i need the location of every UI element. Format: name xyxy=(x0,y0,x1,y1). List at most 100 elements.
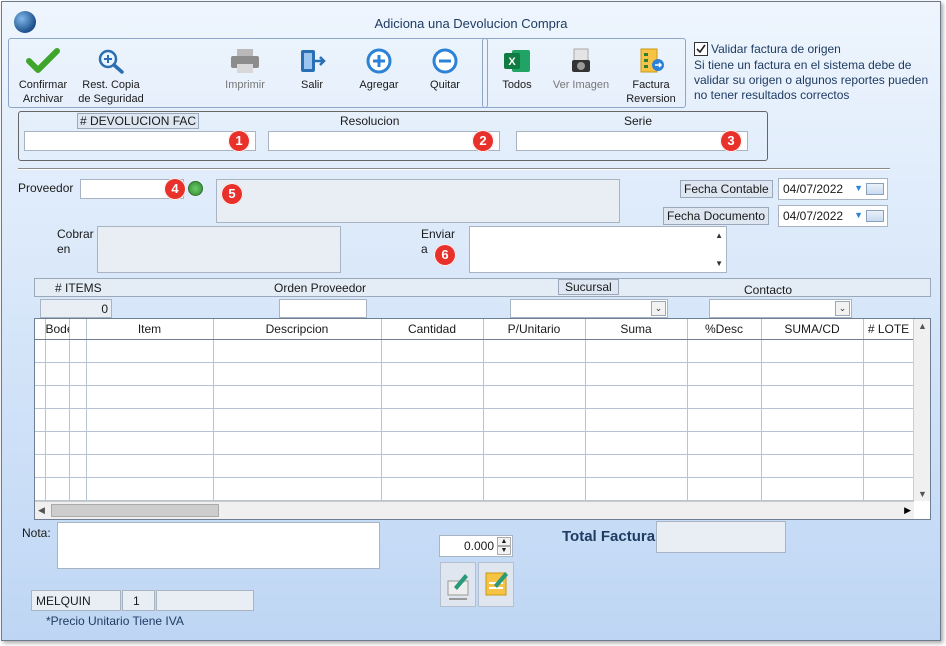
add-button[interactable]: Agregar xyxy=(352,48,406,92)
table-cell[interactable] xyxy=(761,454,864,478)
table-cell[interactable] xyxy=(381,477,484,501)
table-cell[interactable] xyxy=(381,339,484,363)
table-cell[interactable] xyxy=(863,431,915,455)
grid-col-descripcion[interactable]: Descripcion xyxy=(213,319,382,340)
proveedor-validate-icon[interactable] xyxy=(188,181,203,196)
table-cell[interactable] xyxy=(381,431,484,455)
table-cell[interactable] xyxy=(35,431,46,455)
table-cell[interactable] xyxy=(687,339,762,363)
fecha-contable-input[interactable]: 04/07/2022 ▼ xyxy=(778,178,888,200)
confirm-archive-button[interactable]: Confirmar Archivar xyxy=(12,48,74,106)
table-cell[interactable] xyxy=(86,362,214,386)
table-cell[interactable] xyxy=(687,408,762,432)
table-cell[interactable] xyxy=(585,339,688,363)
table-cell[interactable] xyxy=(69,385,87,409)
table-cell[interactable] xyxy=(687,362,762,386)
table-cell[interactable] xyxy=(35,454,46,478)
print-button[interactable]: Imprimir xyxy=(220,48,270,92)
table-row[interactable] xyxy=(35,431,915,455)
table-cell[interactable] xyxy=(86,339,214,363)
scroll-left-arrow-icon[interactable]: ◀ xyxy=(38,505,45,516)
remove-button[interactable]: Quitar xyxy=(422,48,468,92)
table-cell[interactable] xyxy=(69,408,87,432)
table-cell[interactable] xyxy=(381,385,484,409)
table-cell[interactable] xyxy=(35,477,46,501)
scroll-down-arrow-icon[interactable]: ▼ xyxy=(715,259,723,268)
chevron-down-icon[interactable]: ⌄ xyxy=(651,301,666,316)
table-cell[interactable] xyxy=(863,477,915,501)
serie-input[interactable] xyxy=(516,131,748,151)
table-cell[interactable] xyxy=(585,477,688,501)
table-cell[interactable] xyxy=(69,431,87,455)
grid-col-suma[interactable]: Suma xyxy=(585,319,688,340)
exit-button[interactable]: Salir xyxy=(289,48,335,92)
grid-col-cantidad[interactable]: Cantidad xyxy=(381,319,484,340)
table-cell[interactable] xyxy=(213,385,382,409)
grid-col-sumacd[interactable]: SUMA/CD xyxy=(761,319,864,340)
table-row[interactable] xyxy=(35,477,915,501)
table-row[interactable] xyxy=(35,339,915,363)
table-cell[interactable] xyxy=(585,454,688,478)
calendar-icon[interactable] xyxy=(866,183,884,195)
grid-col-punitario[interactable]: P/Unitario xyxy=(483,319,586,340)
grid-col-select[interactable] xyxy=(35,319,46,340)
table-cell[interactable] xyxy=(35,362,46,386)
table-cell[interactable] xyxy=(45,477,70,501)
grid-col-desc[interactable]: %Desc xyxy=(687,319,762,340)
table-cell[interactable] xyxy=(761,385,864,409)
table-cell[interactable] xyxy=(45,431,70,455)
nota-textarea[interactable] xyxy=(57,522,380,569)
table-row[interactable] xyxy=(35,408,915,432)
orden-proveedor-input[interactable] xyxy=(279,299,367,318)
grid-col-item[interactable]: Item xyxy=(86,319,214,340)
table-cell[interactable] xyxy=(483,408,586,432)
table-cell[interactable] xyxy=(45,408,70,432)
edit-invoice-button[interactable] xyxy=(478,562,514,607)
invoice-reversal-button[interactable]: Factura Reversion xyxy=(622,48,680,106)
scroll-up-arrow-icon[interactable]: ▲ xyxy=(918,321,927,331)
table-cell[interactable] xyxy=(69,362,87,386)
fecha-documento-input[interactable]: 04/07/2022 ▼ xyxy=(778,205,888,227)
table-cell[interactable] xyxy=(687,477,762,501)
grid-vertical-scrollbar[interactable]: ▲ ▼ xyxy=(913,319,930,501)
table-cell[interactable] xyxy=(45,454,70,478)
devolucion-input[interactable] xyxy=(24,131,256,151)
table-cell[interactable] xyxy=(687,431,762,455)
table-cell[interactable] xyxy=(585,385,688,409)
table-row[interactable] xyxy=(35,454,915,478)
table-cell[interactable] xyxy=(381,408,484,432)
table-cell[interactable] xyxy=(483,385,586,409)
table-cell[interactable] xyxy=(213,477,382,501)
table-cell[interactable] xyxy=(35,408,46,432)
table-row[interactable] xyxy=(35,362,915,386)
table-cell[interactable] xyxy=(213,362,382,386)
validate-origin-checkbox[interactable] xyxy=(694,42,708,56)
table-cell[interactable] xyxy=(687,454,762,478)
table-cell[interactable] xyxy=(761,339,864,363)
sucursal-select[interactable]: ⌄ xyxy=(510,299,668,318)
table-cell[interactable] xyxy=(761,477,864,501)
export-all-button[interactable]: X Todos xyxy=(494,48,540,92)
table-cell[interactable] xyxy=(213,431,382,455)
table-cell[interactable] xyxy=(687,385,762,409)
table-cell[interactable] xyxy=(863,408,915,432)
table-cell[interactable] xyxy=(69,454,87,478)
spin-down-icon[interactable]: ▼ xyxy=(497,546,511,555)
table-cell[interactable] xyxy=(761,362,864,386)
scroll-down-arrow-icon[interactable]: ▼ xyxy=(918,489,927,499)
table-cell[interactable] xyxy=(45,339,70,363)
table-cell[interactable] xyxy=(45,385,70,409)
table-cell[interactable] xyxy=(86,385,214,409)
table-cell[interactable] xyxy=(761,408,864,432)
table-cell[interactable] xyxy=(69,339,87,363)
table-cell[interactable] xyxy=(86,431,214,455)
scroll-thumb[interactable] xyxy=(51,504,219,517)
chevron-down-icon[interactable]: ⌄ xyxy=(835,301,850,316)
contacto-select[interactable]: ⌄ xyxy=(709,299,852,318)
view-image-button[interactable]: Ver Imagen xyxy=(550,48,612,92)
grid-col-lote[interactable]: # LOTE xyxy=(863,319,915,340)
table-cell[interactable] xyxy=(761,431,864,455)
table-cell[interactable] xyxy=(585,431,688,455)
dropdown-arrow-icon[interactable]: ▼ xyxy=(854,183,863,193)
scroll-up-arrow-icon[interactable]: ▲ xyxy=(715,231,723,240)
